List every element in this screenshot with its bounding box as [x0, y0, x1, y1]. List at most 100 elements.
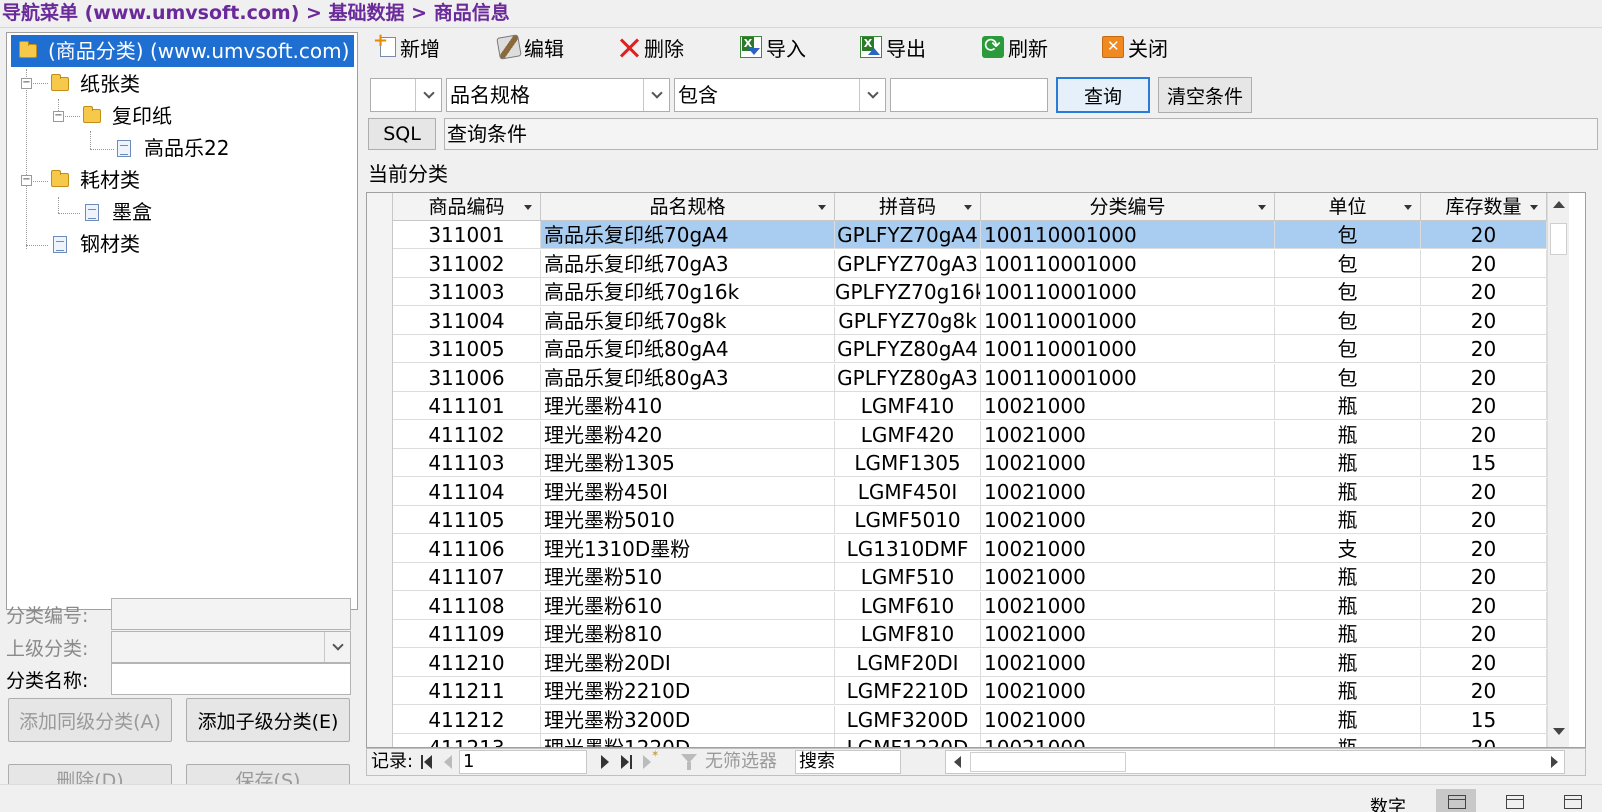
tree-node-copy-paper[interactable]: 复印纸 [83, 101, 177, 131]
table-cell[interactable]: 10021000 [981, 620, 1275, 648]
table-cell[interactable]: 20 [1421, 620, 1547, 648]
table-cell[interactable]: 311002 [393, 249, 541, 278]
table-row[interactable]: 411101 理光墨粉410 LGMF410 10021000 瓶 20 [367, 392, 1585, 420]
table-cell[interactable]: 瓶 [1275, 449, 1421, 477]
table-cell[interactable]: GPLFYZ80gA4 [835, 335, 981, 363]
table-cell[interactable]: 100110001000 [981, 306, 1275, 335]
table-cell[interactable]: 20 [1421, 392, 1547, 420]
table-cell[interactable]: 411106 [393, 534, 541, 563]
table-cell[interactable]: GPLFYZ70gA3 [835, 249, 981, 278]
table-cell[interactable]: 20 [1421, 221, 1547, 249]
table-cell[interactable]: 包 [1275, 278, 1421, 306]
scroll-right-icon[interactable] [1551, 756, 1558, 768]
table-cell[interactable]: 10021000 [981, 677, 1275, 705]
query-condition-field[interactable]: 查询条件 [444, 118, 1598, 150]
table-cell[interactable]: 理光墨粉420 [541, 420, 835, 449]
table-cell[interactable]: 411211 [393, 677, 541, 705]
tree-node-gaopinle[interactable]: 高品乐22 [117, 133, 234, 163]
table-cell[interactable]: 20 [1421, 563, 1547, 591]
table-cell[interactable]: LGMF3200D [835, 705, 981, 734]
table-cell[interactable]: 10021000 [981, 648, 1275, 677]
scroll-down-icon[interactable] [1553, 728, 1565, 735]
table-cell[interactable]: 理光墨粉610 [541, 591, 835, 620]
column-header[interactable]: 拼音码 [835, 193, 981, 221]
table-row[interactable]: 411210 理光墨粉20DI LGMF20DI 10021000 瓶 20 [367, 648, 1585, 677]
table-cell[interactable]: 20 [1421, 278, 1547, 306]
table-cell[interactable]: 311003 [393, 278, 541, 306]
no-filter-label[interactable]: 无筛选器 [705, 749, 777, 775]
operator-select[interactable]: 包含 [674, 78, 886, 112]
table-row[interactable]: 411109 理光墨粉810 LGMF810 10021000 瓶 20 [367, 620, 1585, 648]
table-cell[interactable]: 411104 [393, 477, 541, 506]
last-record-icon[interactable] [621, 755, 633, 769]
paren-select[interactable] [370, 78, 442, 112]
table-cell[interactable]: 瓶 [1275, 392, 1421, 420]
previous-record-icon[interactable] [441, 755, 453, 769]
import-button[interactable]: 导入 [740, 32, 806, 62]
tree-node-ink-box[interactable]: 墨盒 [85, 197, 157, 227]
table-cell[interactable]: 20 [1421, 335, 1547, 363]
table-cell[interactable]: LGMF610 [835, 591, 981, 620]
table-cell[interactable]: 411101 [393, 392, 541, 420]
table-cell[interactable]: 高品乐复印纸70gA4 [541, 221, 835, 249]
table-row[interactable]: 411213 理光墨粉1220D LGMF1220D 10021000 瓶 20 [367, 734, 1585, 747]
datasheet-view-button[interactable] [1436, 789, 1476, 812]
table-cell[interactable]: 瓶 [1275, 734, 1421, 747]
tree-node-consumables[interactable]: 耗材类 [51, 165, 145, 195]
column-header[interactable]: 商品编码 [393, 193, 541, 221]
table-cell[interactable]: 20 [1421, 477, 1547, 506]
column-header[interactable]: 单位 [1275, 193, 1421, 221]
table-cell[interactable]: 瓶 [1275, 620, 1421, 648]
products-grid[interactable]: 商品编码 品名规格 拼音码 分类编号 单位 库存数量 311001 高品乐复印纸7… [366, 192, 1586, 748]
table-cell[interactable]: 411105 [393, 506, 541, 534]
table-cell[interactable]: 瓶 [1275, 420, 1421, 449]
refresh-button[interactable]: 刷新 [982, 32, 1048, 62]
table-cell[interactable]: 20 [1421, 677, 1547, 705]
tree-node-paper[interactable]: 纸张类 [51, 69, 145, 99]
table-cell[interactable]: 20 [1421, 734, 1547, 747]
table-cell[interactable]: 支 [1275, 534, 1421, 563]
table-cell[interactable]: 瓶 [1275, 705, 1421, 734]
table-cell[interactable]: 包 [1275, 221, 1421, 249]
table-cell[interactable]: LG1310DMF [835, 534, 981, 563]
table-cell[interactable]: 理光墨粉1220D [541, 734, 835, 747]
table-cell[interactable]: 20 [1421, 534, 1547, 563]
table-row[interactable]: 411105 理光墨粉5010 LGMF5010 10021000 瓶 20 [367, 506, 1585, 534]
table-row[interactable]: 411211 理光墨粉2210D LGMF2210D 10021000 瓶 20 [367, 677, 1585, 705]
table-cell[interactable]: 10021000 [981, 563, 1275, 591]
table-cell[interactable]: 理光1310D墨粉 [541, 534, 835, 563]
horizontal-scroll-thumb[interactable] [970, 752, 1126, 772]
column-header[interactable]: 库存数量 [1421, 193, 1547, 221]
table-row[interactable]: 311002 高品乐复印纸70gA3 GPLFYZ70gA3 100110001000… [367, 249, 1585, 278]
table-cell[interactable]: 20 [1421, 648, 1547, 677]
table-row[interactable]: 411212 理光墨粉3200D LGMF3200D 10021000 瓶 15 [367, 705, 1585, 734]
table-cell[interactable]: LGMF20DI [835, 648, 981, 677]
table-cell[interactable]: LGMF2210D [835, 677, 981, 705]
category-tree[interactable]: − − − (商品分类) (www.umvsoft.com) 纸张类 复印纸 高… [6, 32, 358, 610]
table-cell[interactable]: 包 [1275, 249, 1421, 278]
collapse-icon[interactable]: − [21, 175, 32, 186]
table-cell[interactable]: 包 [1275, 306, 1421, 335]
table-cell[interactable]: 15 [1421, 449, 1547, 477]
table-cell[interactable]: 411109 [393, 620, 541, 648]
horizontal-scrollbar[interactable] [945, 750, 1565, 774]
table-cell[interactable]: LGMF420 [835, 420, 981, 449]
add-child-category-button[interactable]: 添加子级分类(E) [186, 698, 350, 742]
table-cell[interactable]: 10021000 [981, 477, 1275, 506]
table-cell[interactable]: LGMF5010 [835, 506, 981, 534]
table-cell[interactable]: 10021000 [981, 534, 1275, 563]
table-cell[interactable]: 20 [1421, 591, 1547, 620]
table-cell[interactable]: 10021000 [981, 449, 1275, 477]
table-row[interactable]: 411108 理光墨粉610 LGMF610 10021000 瓶 20 [367, 591, 1585, 620]
table-cell[interactable]: 理光墨粉2210D [541, 677, 835, 705]
design-view-button[interactable] [1552, 789, 1592, 812]
table-row[interactable]: 411102 理光墨粉420 LGMF420 10021000 瓶 20 [367, 420, 1585, 449]
table-row[interactable]: 311004 高品乐复印纸70g8k GPLFYZ70g8k 100110001000… [367, 306, 1585, 335]
table-cell[interactable]: 理光墨粉510 [541, 563, 835, 591]
table-cell[interactable]: 10021000 [981, 705, 1275, 734]
table-cell[interactable]: 100110001000 [981, 278, 1275, 306]
table-cell[interactable]: 411213 [393, 734, 541, 747]
tree-node-steel[interactable]: 钢材类 [53, 229, 145, 259]
table-cell[interactable]: 100110001000 [981, 335, 1275, 363]
table-row[interactable]: 311003 高品乐复印纸70g16k GPLFYZ70g16k 1001100010… [367, 278, 1585, 306]
